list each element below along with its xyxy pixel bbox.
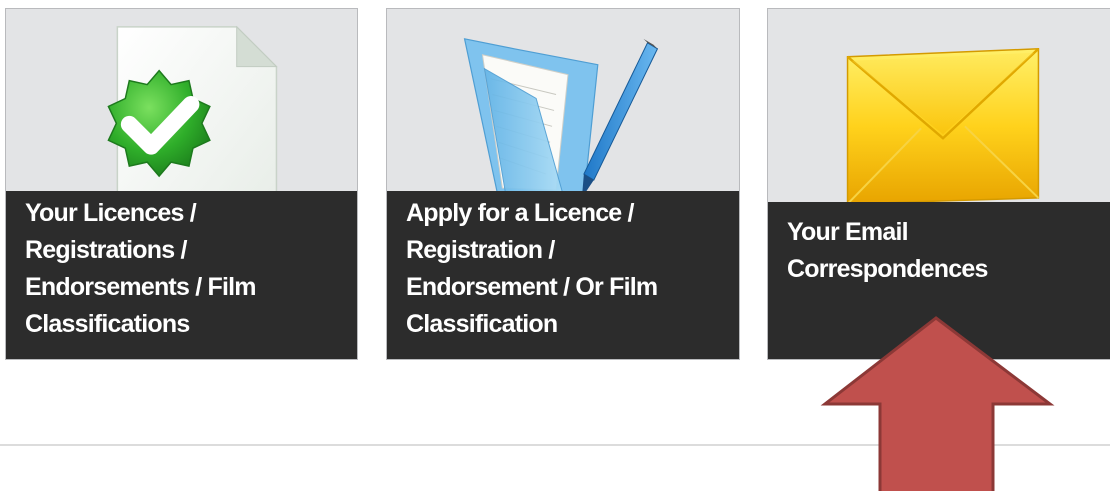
caption-line: Apply for a Licence / [406,199,635,227]
caption-line: Your Licences / [25,199,197,227]
up-arrow-annotation-icon [820,316,1055,491]
caption-line: Endorsements / Film [25,273,256,301]
tile-caption: Apply for a Licence / Registration / End… [387,191,739,359]
caption-line: Classification [406,310,558,338]
caption-line: Registration / [406,236,555,264]
caption-line: Endorsement / Or Film [406,273,658,301]
tile-caption: Your Licences / Registrations / Endorsem… [6,191,357,359]
tile-your-email-correspondences[interactable]: Your Email Correspondences [767,8,1110,360]
caption-line: Correspondences [787,255,988,283]
tile-apply-for-licence[interactable]: Apply for a Licence / Registration / End… [386,8,740,360]
tile-your-licences[interactable]: Your Licences / Registrations / Endorsem… [5,8,358,360]
caption-line: Your Email [787,218,909,246]
caption-line: Registrations / [25,236,187,264]
dashboard: Your Licences / Registrations / Endorsem… [0,0,1110,491]
caption-line: Classifications [25,310,190,338]
